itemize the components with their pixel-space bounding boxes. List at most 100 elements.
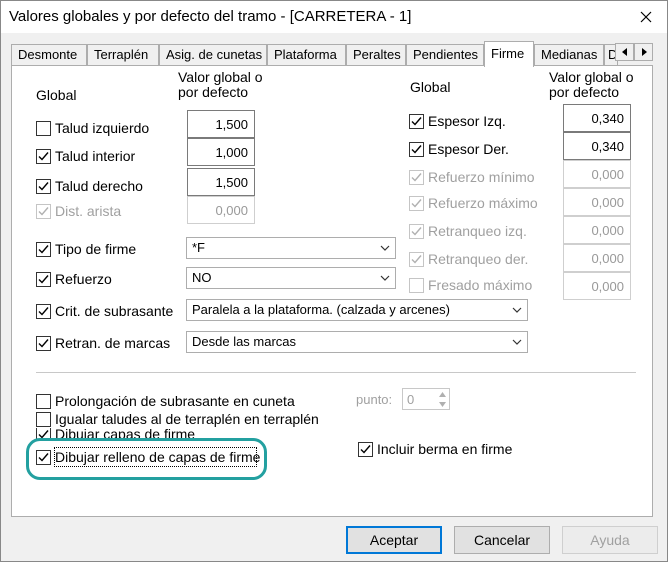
checkbox-box bbox=[36, 271, 51, 287]
tipo-firme-select[interactable]: *F bbox=[186, 237, 396, 259]
dist-arista-input: 0,000 bbox=[187, 196, 255, 224]
retran-marcas-checkbox[interactable]: Retran. de marcas bbox=[36, 335, 170, 351]
arrow-up-icon bbox=[438, 391, 446, 397]
check-icon bbox=[38, 151, 49, 161]
tipo-firme-value: *F bbox=[192, 240, 205, 255]
right-value-header-2: por defecto bbox=[549, 84, 620, 100]
checkbox-box bbox=[409, 141, 424, 157]
espesor-der-checkbox[interactable]: Espesor Der. bbox=[409, 141, 509, 157]
espesor-izq-input[interactable]: 0,340 bbox=[563, 104, 631, 132]
checkbox-box bbox=[36, 178, 51, 194]
refuerzo-label: Refuerzo bbox=[55, 271, 112, 287]
refuerzo-checkbox[interactable]: Refuerzo bbox=[36, 271, 112, 287]
talud-izquierdo-input[interactable]: 1,500 bbox=[187, 110, 255, 138]
retran-marcas-value: Desde las marcas bbox=[192, 334, 297, 349]
dibujar-relleno-label: Dibujar relleno de capas de firme bbox=[55, 449, 261, 465]
punto-value: 0 bbox=[407, 392, 415, 407]
close-button[interactable] bbox=[631, 5, 661, 29]
crit-subrasante-checkbox[interactable]: Crit. de subrasante bbox=[36, 303, 173, 319]
refuerzo-minimo-checkbox: Refuerzo mínimo bbox=[409, 169, 535, 185]
arrow-down-icon bbox=[438, 401, 446, 407]
dibujar-relleno-checkbox[interactable]: Dibujar relleno de capas de firme bbox=[36, 449, 260, 465]
dist-arista-label: Dist. arista bbox=[55, 203, 122, 219]
retranqueo-der-checkbox: Retranqueo der. bbox=[409, 251, 528, 267]
crit-subrasante-select[interactable]: Paralela a la plataforma. (calzada y arc… bbox=[186, 299, 528, 321]
fresado-maximo-input: 0,000 bbox=[563, 272, 631, 300]
dibujar-capas-label: Dibujar capas de firme bbox=[55, 428, 196, 440]
checkbox-box bbox=[36, 449, 51, 465]
tab-terraplen[interactable]: Terraplén bbox=[87, 44, 159, 66]
tipo-firme-label: Tipo de firme bbox=[55, 241, 137, 257]
dibujar-capas-checkbox[interactable]: Dibujar capas de firme bbox=[36, 428, 195, 440]
espesor-izq-label: Espesor Izq. bbox=[428, 113, 506, 129]
prolongacion-checkbox[interactable]: Prolongación de subrasante en cuneta bbox=[36, 393, 295, 409]
tab-desmonte[interactable]: Desmonte bbox=[11, 44, 87, 66]
talud-izquierdo-label: Talud izquierdo bbox=[55, 120, 150, 136]
left-value-header-2: por defecto bbox=[178, 84, 249, 100]
incluir-berma-label: Incluir berma en firme bbox=[377, 441, 513, 457]
talud-interior-checkbox[interactable]: Talud interior bbox=[36, 148, 135, 164]
refuerzo-maximo-checkbox: Refuerzo máximo bbox=[409, 195, 538, 211]
help-button: Ayuda bbox=[562, 526, 658, 554]
arrow-right-icon bbox=[641, 48, 647, 56]
prolongacion-label: Prolongación de subrasante en cuneta bbox=[55, 393, 295, 409]
talud-izquierdo-checkbox[interactable]: Talud izquierdo bbox=[36, 120, 149, 136]
tipo-firme-checkbox[interactable]: Tipo de firme bbox=[36, 241, 136, 257]
tab-scroll-right-button[interactable] bbox=[634, 43, 653, 61]
tab-firme[interactable]: Firme bbox=[484, 41, 534, 67]
chevron-down-icon bbox=[512, 339, 522, 345]
retranqueo-izq-label: Retranqueo izq. bbox=[428, 223, 527, 239]
check-icon bbox=[38, 306, 49, 316]
refuerzo-maximo-label: Refuerzo máximo bbox=[428, 195, 538, 211]
dialog-window: Valores globales y por defecto del tramo… bbox=[0, 0, 668, 562]
retran-marcas-select[interactable]: Desde las marcas bbox=[186, 331, 528, 353]
retran-marcas-label: Retran. de marcas bbox=[55, 335, 171, 351]
crit-subrasante-value: Paralela a la plataforma. (calzada y arc… bbox=[192, 302, 450, 317]
retranqueo-der-input: 0,000 bbox=[563, 244, 631, 272]
tab-asig-cunetas[interactable]: Asig. de cunetas bbox=[159, 44, 267, 66]
check-icon bbox=[38, 206, 49, 216]
chevron-down-icon bbox=[380, 275, 390, 281]
refuerzo-select[interactable]: NO bbox=[186, 267, 396, 289]
tab-pendientes[interactable]: Pendientes bbox=[406, 44, 484, 66]
checkbox-box bbox=[409, 169, 424, 185]
checkbox-box bbox=[409, 277, 424, 293]
espesor-der-label: Espesor Der. bbox=[428, 141, 509, 157]
incluir-berma-checkbox[interactable]: Incluir berma en firme bbox=[358, 441, 512, 457]
checkbox-box bbox=[36, 148, 51, 164]
retranqueo-izq-input: 0,000 bbox=[563, 216, 631, 244]
checkbox-box bbox=[36, 393, 51, 409]
checkbox-box bbox=[409, 223, 424, 239]
refuerzo-value: NO bbox=[192, 270, 212, 285]
igualar-taludes-checkbox[interactable]: Igualar taludes al de terraplén en terra… bbox=[36, 411, 319, 427]
espesor-izq-checkbox[interactable]: Espesor Izq. bbox=[409, 113, 506, 129]
check-icon bbox=[38, 338, 49, 348]
close-icon bbox=[640, 11, 652, 23]
igualar-taludes-label: Igualar taludes al de terraplén en terra… bbox=[55, 411, 319, 427]
check-icon bbox=[38, 429, 49, 439]
crit-subrasante-label: Crit. de subrasante bbox=[55, 303, 174, 319]
tab-plataforma[interactable]: Plataforma bbox=[267, 44, 346, 66]
check-icon bbox=[411, 172, 422, 182]
spin-up-button bbox=[435, 389, 449, 399]
punto-spinner: 0 bbox=[402, 388, 450, 410]
chevron-down-icon bbox=[512, 307, 522, 313]
dist-arista-checkbox: Dist. arista bbox=[36, 203, 121, 219]
checkbox-box bbox=[36, 203, 51, 219]
talud-derecho-label: Talud derecho bbox=[55, 178, 143, 194]
checkbox-box bbox=[409, 251, 424, 267]
tab-medianas[interactable]: Medianas bbox=[534, 44, 604, 66]
tab-peraltes[interactable]: Peraltes bbox=[346, 44, 406, 66]
arrow-left-icon bbox=[621, 48, 627, 56]
cancel-button[interactable]: Cancelar bbox=[454, 526, 550, 554]
left-global-label: Global bbox=[36, 87, 77, 103]
separator bbox=[36, 372, 636, 373]
talud-interior-input[interactable]: 1,000 bbox=[187, 138, 255, 166]
espesor-der-input[interactable]: 0,340 bbox=[563, 132, 631, 160]
talud-derecho-checkbox[interactable]: Talud derecho bbox=[36, 178, 143, 194]
tab-scroll-left-button[interactable] bbox=[615, 43, 634, 61]
accept-button[interactable]: Aceptar bbox=[346, 526, 442, 554]
check-icon bbox=[38, 274, 49, 284]
talud-derecho-input[interactable]: 1,500 bbox=[187, 168, 255, 196]
check-icon bbox=[411, 144, 422, 154]
